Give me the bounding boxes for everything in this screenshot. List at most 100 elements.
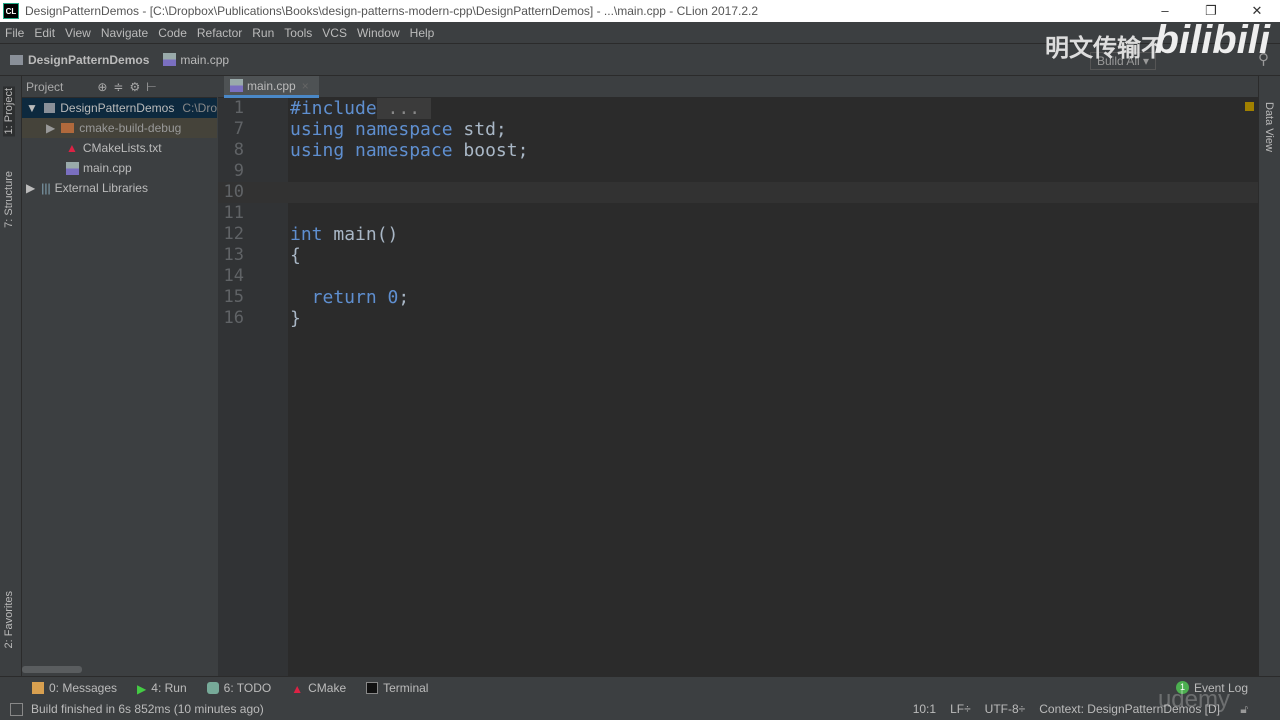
code-token: main() [333,224,399,245]
line-separator[interactable]: LF÷ [950,702,971,716]
tool-messages[interactable]: 0: Messages [32,681,117,695]
menu-file[interactable]: File [0,26,29,40]
lock-icon[interactable]: 🔓︎ [1240,702,1248,717]
code-line[interactable]: 11 [218,203,1258,224]
code-text: #include ... [290,98,431,119]
tree-item-cmakelists[interactable]: ▲ CMakeLists.txt [22,138,217,158]
code-token: return [290,287,388,308]
code-token: ; [398,287,410,308]
tab-data-view[interactable]: Data View [1263,102,1275,152]
tool-terminal[interactable]: Terminal [366,681,428,695]
hide-icon[interactable]: ⊢ [146,80,156,94]
tool-cmake[interactable]: ▲ CMake [291,681,346,696]
tree-path: C:\Dro [182,101,217,115]
tab-structure[interactable]: 7: Structure [3,171,15,228]
menu-navigate[interactable]: Navigate [96,26,153,40]
folder-icon [43,103,56,113]
cpp-file-icon [66,161,79,175]
toggle-tool-windows-icon[interactable] [10,702,23,716]
tool-window-bar: 0: Messages ▶ 4: Run 6: TODO ▲ CMake Termi… [0,676,1280,698]
warning-marker[interactable] [1245,102,1254,111]
file-encoding[interactable]: UTF-8÷ [985,702,1026,716]
tree-label: External Libraries [54,181,148,195]
code-token: boost; [463,140,529,161]
code-line[interactable]: 8 using namespace boost; [218,140,1258,161]
folded-code[interactable]: ... [376,98,431,119]
tree-label: CMakeLists.txt [82,141,162,155]
menu-code[interactable]: Code [153,26,192,40]
code-line[interactable]: 1 #include ... [218,98,1258,119]
line-number: 1 [233,98,244,118]
collapse-icon[interactable]: ≑ [113,80,123,94]
title-bar: CL DesignPatternDemos - [C:\Dropbox\Publ… [0,0,1280,22]
menu-help[interactable]: Help [405,26,440,40]
locate-icon[interactable]: ⊕ [97,80,107,94]
code-text: } [290,308,301,329]
tab-project[interactable]: 1: Project [3,86,15,137]
close-tab-icon[interactable]: × [302,79,309,93]
code-line[interactable]: 12 int main() [218,224,1258,245]
clion-logo: CL [3,3,19,19]
watermark-text: 明文传输不 [1045,35,1165,62]
menu-refactor[interactable]: Refactor [192,26,247,40]
menu-vcs[interactable]: VCS [317,26,352,40]
messages-icon [32,681,44,694]
tab-main-cpp[interactable]: main.cpp × [224,76,319,98]
code-line[interactable]: 15 return 0; [218,287,1258,308]
tool-todo[interactable]: 6: TODO [206,680,272,695]
editor-tabs: main.cpp × [218,76,1258,98]
library-icon: ||| [41,181,51,195]
code-line[interactable]: 10 [218,182,1258,203]
menu-tools[interactable]: Tools [279,26,317,40]
tool-label: 6: TODO [223,680,272,695]
gear-icon[interactable]: ⚙ [129,80,140,94]
code-line[interactable]: 7 using namespace std; [218,119,1258,140]
caret-position[interactable]: 10:1 [913,702,936,716]
code-editor[interactable]: 1 #include ... 7 using namespace std; 8 usin… [218,98,1258,676]
tool-label: Terminal [383,680,429,695]
code-line[interactable]: 9 [218,161,1258,182]
cmake-icon: ▲ [291,681,304,696]
tool-run[interactable]: ▶ 4: Run [137,681,187,696]
menu-run[interactable]: Run [247,26,279,40]
menu-window[interactable]: Window [352,26,405,40]
cpp-file-icon [230,79,243,92]
code-text: int main() [290,224,398,245]
right-tool-strip: Data View [1258,76,1280,676]
bilibili-watermark: bilibili [1154,18,1270,62]
tab-label: main.cpp [247,78,296,93]
code-line[interactable]: 13 { [218,245,1258,266]
cpp-file-icon [163,53,177,66]
left-tool-strip: 1: Project 7: Structure 2: Favorites [0,76,22,676]
code-line[interactable]: 16} [218,308,1258,329]
line-number: 12 [223,224,244,244]
status-message: Build finished in 6s 852ms (10 minutes a… [31,702,264,716]
code-text: return 0; [290,287,410,308]
menu-edit[interactable]: Edit [29,26,60,40]
line-number: 8 [233,140,244,160]
menu-view[interactable]: View [60,26,96,40]
breadcrumb-file[interactable]: main.cpp [180,53,229,67]
breadcrumb-project[interactable]: DesignPatternDemos [28,53,149,67]
tree-item-main-cpp[interactable]: main.cpp [22,158,217,178]
tree-item-external-libraries[interactable]: ▶ ||| External Libraries [22,178,217,198]
code-token: #include [290,98,377,119]
code-line[interactable]: 14 [218,266,1258,287]
tree-item-project[interactable]: ▼ DesignPatternDemos C:\Dro [22,98,217,118]
todo-icon [206,681,219,694]
tab-favorites[interactable]: 2: Favorites [3,591,15,648]
horizontal-scrollbar[interactable] [22,666,82,673]
code-token: { [290,245,301,266]
code-token: std; [463,119,507,140]
tree-item-cmake-build-debug[interactable]: ▶ cmake-build-debug [22,118,217,138]
code-token: } [290,308,301,329]
run-icon: ▶ [137,681,147,696]
line-number: 15 [223,287,244,307]
line-number: 10 [223,182,244,202]
line-number: 9 [233,161,244,181]
tool-label: 0: Messages [49,680,118,695]
line-number: 16 [223,308,244,328]
line-number: 7 [233,119,244,139]
udemy-watermark: udemy [1157,686,1230,713]
project-view-select[interactable]: Project [26,80,63,94]
